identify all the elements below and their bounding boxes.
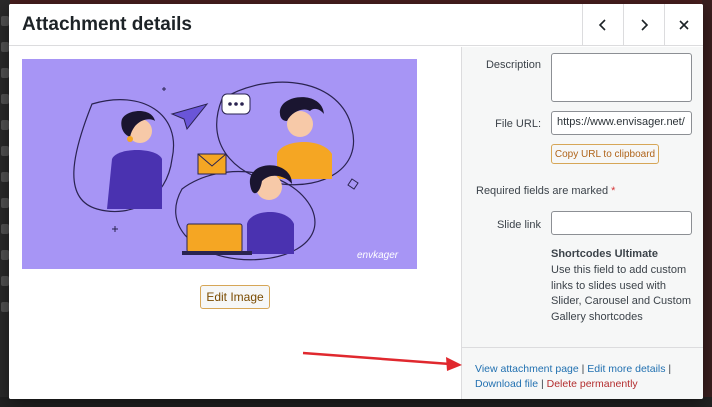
close-button[interactable] (664, 4, 703, 46)
modal-header: Attachment details (9, 4, 703, 46)
separator: | (538, 378, 547, 390)
actions-divider (462, 347, 703, 348)
required-fields-text: Required fields are marked (476, 185, 609, 197)
file-url-label: File URL: (495, 118, 541, 130)
attachment-image: envkager (22, 59, 417, 269)
copy-url-button[interactable]: Copy URL to clipboard (551, 144, 659, 164)
chevron-left-icon (598, 19, 606, 31)
description-label: Description (485, 59, 541, 71)
shortcodes-description: Use this field to add custom links to sl… (551, 264, 692, 323)
view-attachment-page-link[interactable]: View attachment page (475, 363, 579, 375)
download-file-link[interactable]: Download file (475, 378, 538, 390)
image-watermark: envkager (357, 250, 399, 261)
file-url-field[interactable]: https://www.envisager.net/ (551, 111, 692, 135)
edit-image-button[interactable]: Edit Image (200, 285, 270, 309)
next-button[interactable] (623, 4, 664, 46)
required-fields-note: Required fields are marked * (476, 185, 615, 197)
previous-button[interactable] (582, 4, 623, 46)
edit-more-details-link[interactable]: Edit more details (587, 363, 665, 375)
attachment-media-view: envkager Edit Image (9, 47, 461, 399)
separator: | (578, 363, 588, 375)
required-star: * (611, 185, 616, 197)
attachment-actions: View attachment page | Edit more details… (475, 362, 700, 392)
close-icon (679, 20, 689, 30)
shortcodes-title: Shortcodes Ultimate (551, 248, 658, 260)
attachment-settings-panel: Description File URL: https://www.envisa… (461, 47, 703, 399)
slide-link-field[interactable] (551, 211, 692, 235)
attachment-details-modal: Attachment details envkager Edit Image D… (9, 4, 703, 399)
separator: | (665, 363, 672, 375)
description-field[interactable] (551, 53, 692, 102)
illustration-people-chatting (22, 59, 417, 269)
backdrop-right-strip (702, 0, 712, 407)
slide-link-label: Slide link (496, 219, 541, 231)
modal-title: Attachment details (22, 14, 192, 35)
chevron-right-icon (641, 19, 649, 31)
delete-permanently-link[interactable]: Delete permanently (547, 378, 638, 390)
